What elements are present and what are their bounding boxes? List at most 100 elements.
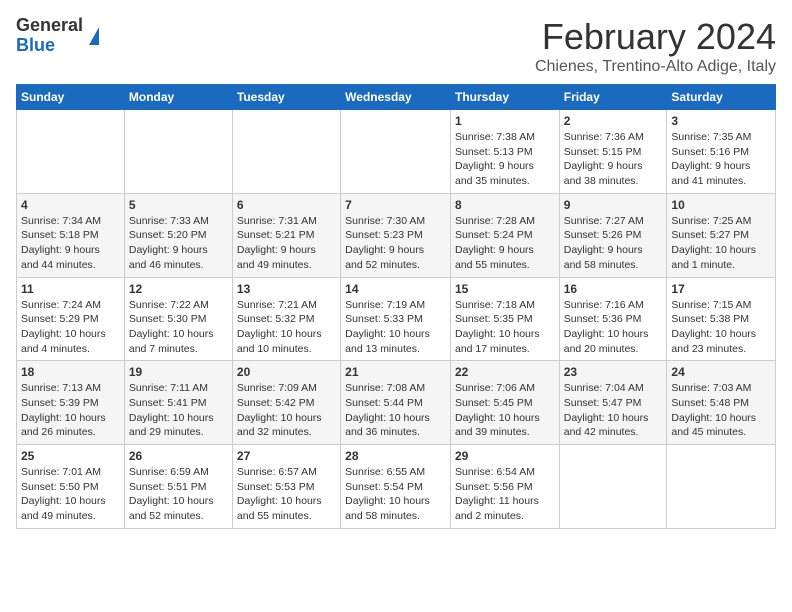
day-info: Sunrise: 7:31 AM Sunset: 5:21 PM Dayligh… — [237, 214, 336, 273]
calendar-cell — [17, 110, 125, 194]
weekday-header-monday: Monday — [124, 85, 232, 110]
day-info: Sunrise: 6:57 AM Sunset: 5:53 PM Dayligh… — [237, 465, 336, 524]
calendar-cell: 23Sunrise: 7:04 AM Sunset: 5:47 PM Dayli… — [559, 361, 667, 445]
logo-text-block: General Blue — [16, 16, 83, 56]
weekday-header-row: SundayMondayTuesdayWednesdayThursdayFrid… — [17, 85, 776, 110]
calendar-body: 1 Sunrise: 7:38 AM Sunset: 5:13 PM Daylig… — [17, 110, 776, 529]
title-block: February 2024 Chienes, Trentino-Alto Adi… — [535, 16, 776, 76]
weekday-header-tuesday: Tuesday — [232, 85, 340, 110]
calendar-cell: 11Sunrise: 7:24 AM Sunset: 5:29 PM Dayli… — [17, 277, 125, 361]
calendar-week-row: 11Sunrise: 7:24 AM Sunset: 5:29 PM Dayli… — [17, 277, 776, 361]
day-info: Sunrise: 7:03 AM Sunset: 5:48 PM Dayligh… — [671, 381, 771, 440]
day-number: 4 — [21, 198, 120, 212]
day-number: 14 — [345, 282, 446, 296]
calendar-table: SundayMondayTuesdayWednesdayThursdayFrid… — [16, 84, 776, 529]
logo-general: General — [16, 15, 83, 35]
calendar-cell: 5Sunrise: 7:33 AM Sunset: 5:20 PM Daylig… — [124, 193, 232, 277]
day-number: 18 — [21, 365, 120, 379]
day-number: 24 — [671, 365, 771, 379]
day-info: Sunrise: 7:15 AM Sunset: 5:38 PM Dayligh… — [671, 298, 771, 357]
day-number: 27 — [237, 449, 336, 463]
day-info: Sunrise: 7:36 AM Sunset: 5:15 PM Dayligh… — [564, 130, 663, 189]
location-subtitle: Chienes, Trentino-Alto Adige, Italy — [535, 58, 776, 76]
weekday-header-friday: Friday — [559, 85, 667, 110]
day-info: Sunrise: 7:38 AM Sunset: 5:13 PM Dayligh… — [455, 130, 555, 189]
calendar-cell: 13Sunrise: 7:21 AM Sunset: 5:32 PM Dayli… — [232, 277, 340, 361]
calendar-week-row: 4 Sunrise: 7:34 AM Sunset: 5:18 PM Daylig… — [17, 193, 776, 277]
day-number: 8 — [455, 198, 555, 212]
calendar-cell: 16Sunrise: 7:16 AM Sunset: 5:36 PM Dayli… — [559, 277, 667, 361]
calendar-cell: 12 Sunrise: 7:22 AM Sunset: 5:30 PM Dayli… — [124, 277, 232, 361]
calendar-cell: 3 Sunrise: 7:35 AM Sunset: 5:16 PM Daylig… — [667, 110, 776, 194]
day-number: 28 — [345, 449, 446, 463]
calendar-cell — [341, 110, 451, 194]
calendar-week-row: 25 Sunrise: 7:01 AM Sunset: 5:50 PM Dayli… — [17, 445, 776, 529]
calendar-week-row: 18Sunrise: 7:13 AM Sunset: 5:39 PM Dayli… — [17, 361, 776, 445]
calendar-cell: 25 Sunrise: 7:01 AM Sunset: 5:50 PM Dayli… — [17, 445, 125, 529]
day-info: Sunrise: 7:33 AM Sunset: 5:20 PM Dayligh… — [129, 214, 228, 273]
day-number: 22 — [455, 365, 555, 379]
logo-triangle-icon — [89, 27, 99, 45]
day-info: Sunrise: 7:22 AM Sunset: 5:30 PM Dayligh… — [129, 298, 228, 357]
day-number: 15 — [455, 282, 555, 296]
day-number: 29 — [455, 449, 555, 463]
day-number: 17 — [671, 282, 771, 296]
day-info: Sunrise: 7:16 AM Sunset: 5:36 PM Dayligh… — [564, 298, 663, 357]
calendar-cell: 10Sunrise: 7:25 AM Sunset: 5:27 PM Dayli… — [667, 193, 776, 277]
day-number: 21 — [345, 365, 446, 379]
calendar-cell: 20 Sunrise: 7:09 AM Sunset: 5:42 PM Dayli… — [232, 361, 340, 445]
calendar-cell: 27 Sunrise: 6:57 AM Sunset: 5:53 PM Dayli… — [232, 445, 340, 529]
calendar-cell: 14 Sunrise: 7:19 AM Sunset: 5:33 PM Dayli… — [341, 277, 451, 361]
weekday-header-wednesday: Wednesday — [341, 85, 451, 110]
day-info: Sunrise: 6:59 AM Sunset: 5:51 PM Dayligh… — [129, 465, 228, 524]
day-number: 25 — [21, 449, 120, 463]
day-number: 2 — [564, 114, 663, 128]
day-number: 23 — [564, 365, 663, 379]
day-info: Sunrise: 7:11 AM Sunset: 5:41 PM Dayligh… — [129, 381, 228, 440]
calendar-cell: 15 Sunrise: 7:18 AM Sunset: 5:35 PM Dayli… — [450, 277, 559, 361]
day-info: Sunrise: 6:55 AM Sunset: 5:54 PM Dayligh… — [345, 465, 446, 524]
day-info: Sunrise: 7:30 AM Sunset: 5:23 PM Dayligh… — [345, 214, 446, 273]
day-number: 12 — [129, 282, 228, 296]
day-info: Sunrise: 7:18 AM Sunset: 5:35 PM Dayligh… — [455, 298, 555, 357]
calendar-cell: 28 Sunrise: 6:55 AM Sunset: 5:54 PM Dayli… — [341, 445, 451, 529]
logo: General Blue — [16, 16, 99, 56]
page-header: General Blue February 2024 Chienes, Tren… — [16, 16, 776, 76]
day-number: 1 — [455, 114, 555, 128]
day-number: 20 — [237, 365, 336, 379]
day-info: Sunrise: 7:09 AM Sunset: 5:42 PM Dayligh… — [237, 381, 336, 440]
calendar-cell: 26 Sunrise: 6:59 AM Sunset: 5:51 PM Dayli… — [124, 445, 232, 529]
day-info: Sunrise: 7:34 AM Sunset: 5:18 PM Dayligh… — [21, 214, 120, 273]
day-info: Sunrise: 7:27 AM Sunset: 5:26 PM Dayligh… — [564, 214, 663, 273]
day-info: Sunrise: 7:21 AM Sunset: 5:32 PM Dayligh… — [237, 298, 336, 357]
day-info: Sunrise: 7:28 AM Sunset: 5:24 PM Dayligh… — [455, 214, 555, 273]
calendar-cell — [124, 110, 232, 194]
day-number: 9 — [564, 198, 663, 212]
calendar-cell: 2 Sunrise: 7:36 AM Sunset: 5:15 PM Daylig… — [559, 110, 667, 194]
day-number: 3 — [671, 114, 771, 128]
day-number: 10 — [671, 198, 771, 212]
calendar-cell: 8 Sunrise: 7:28 AM Sunset: 5:24 PM Daylig… — [450, 193, 559, 277]
weekday-header-thursday: Thursday — [450, 85, 559, 110]
calendar-cell: 4 Sunrise: 7:34 AM Sunset: 5:18 PM Daylig… — [17, 193, 125, 277]
calendar-cell: 18Sunrise: 7:13 AM Sunset: 5:39 PM Dayli… — [17, 361, 125, 445]
day-number: 7 — [345, 198, 446, 212]
calendar-cell: 21Sunrise: 7:08 AM Sunset: 5:44 PM Dayli… — [341, 361, 451, 445]
calendar-cell — [232, 110, 340, 194]
day-info: Sunrise: 7:06 AM Sunset: 5:45 PM Dayligh… — [455, 381, 555, 440]
weekday-header-sunday: Sunday — [17, 85, 125, 110]
calendar-cell — [559, 445, 667, 529]
month-title: February 2024 — [535, 16, 776, 58]
day-info: Sunrise: 7:19 AM Sunset: 5:33 PM Dayligh… — [345, 298, 446, 357]
calendar-cell: 7 Sunrise: 7:30 AM Sunset: 5:23 PM Daylig… — [341, 193, 451, 277]
logo-blue: Blue — [16, 35, 55, 55]
day-number: 19 — [129, 365, 228, 379]
day-number: 11 — [21, 282, 120, 296]
day-info: Sunrise: 7:35 AM Sunset: 5:16 PM Dayligh… — [671, 130, 771, 189]
day-number: 26 — [129, 449, 228, 463]
day-number: 6 — [237, 198, 336, 212]
day-info: Sunrise: 6:54 AM Sunset: 5:56 PM Dayligh… — [455, 465, 555, 524]
day-info: Sunrise: 7:01 AM Sunset: 5:50 PM Dayligh… — [21, 465, 120, 524]
calendar-cell: 22 Sunrise: 7:06 AM Sunset: 5:45 PM Dayli… — [450, 361, 559, 445]
calendar-cell: 19 Sunrise: 7:11 AM Sunset: 5:41 PM Dayli… — [124, 361, 232, 445]
